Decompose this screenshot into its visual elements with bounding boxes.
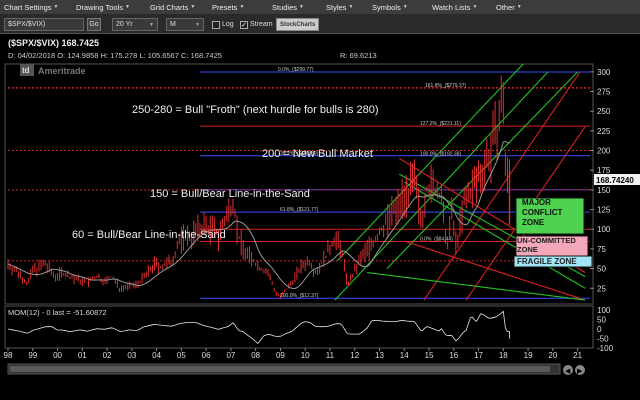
y-tick-label: 100 bbox=[597, 225, 611, 234]
x-tick-label: 15 bbox=[425, 351, 434, 360]
x-tick-label: 18 bbox=[499, 351, 508, 360]
scroll-right-icon: ▶ bbox=[577, 368, 583, 375]
x-tick-label: 99 bbox=[28, 351, 37, 360]
fib-label: 61.8%_($121.77) bbox=[280, 207, 319, 213]
ohlc-line: D: 04/02/2018 O: 124.9858 H: 175.278 L: … bbox=[8, 51, 222, 60]
momentum-tick-label: -100 bbox=[597, 344, 614, 353]
x-tick-label: 19 bbox=[524, 351, 533, 360]
x-tick-label: 13 bbox=[375, 351, 384, 360]
fib-label: 0.0%_($299.77) bbox=[278, 67, 314, 73]
x-tick-label: 02 bbox=[103, 351, 112, 360]
scroll-right-button[interactable]: ▶ bbox=[575, 365, 585, 375]
y-tick-label: 300 bbox=[597, 68, 611, 77]
last-price-box: 168.74240 bbox=[594, 174, 640, 185]
y-tick-label: 25 bbox=[597, 284, 606, 293]
y-tick-label: 125 bbox=[597, 206, 611, 215]
momentum-tick-label: -50 bbox=[597, 335, 609, 344]
x-tick-label: 08 bbox=[251, 351, 260, 360]
fib-label: 100.0%_($12.37) bbox=[280, 293, 319, 299]
annotation-froth: 250-280 = Bull "Froth" (next hurdle for … bbox=[132, 104, 379, 116]
x-tick-label: 00 bbox=[53, 351, 62, 360]
uncommitted-label: UN-COMMITTED ZONE bbox=[517, 236, 576, 254]
x-tick-label: 11 bbox=[326, 351, 335, 360]
x-tick-label: 16 bbox=[449, 351, 458, 360]
x-tick-label: 12 bbox=[350, 351, 359, 360]
scroll-left-button[interactable]: ◀ bbox=[563, 365, 573, 375]
x-tick-label: 14 bbox=[400, 351, 409, 360]
svg-text:td: td bbox=[22, 66, 30, 75]
major-conflict-zone: MAJOR CONFLICT ZONE bbox=[515, 197, 585, 235]
svg-text:168.74240: 168.74240 bbox=[596, 176, 634, 185]
range-line: R: 69.6213 bbox=[340, 51, 377, 60]
fib-label: 100.0%_($192.38) bbox=[420, 152, 461, 158]
x-tick-label: 05 bbox=[177, 351, 186, 360]
fragile-label: FRAGILE ZONE bbox=[517, 257, 577, 266]
x-tick-label: 04 bbox=[152, 351, 161, 360]
uncommitted-zone: UN-COMMITTED ZONE bbox=[515, 235, 589, 257]
x-tick-label: 03 bbox=[127, 351, 136, 360]
x-tick-label: 10 bbox=[301, 351, 310, 360]
y-tick-label: 150 bbox=[597, 186, 611, 195]
x-tick-label: 01 bbox=[78, 351, 87, 360]
symbol-line: ($SPX/$VIX) 168.7425 bbox=[8, 38, 99, 48]
y-tick-label: 75 bbox=[597, 245, 606, 254]
fib-label: 0.0%_($84.44) bbox=[420, 236, 453, 242]
y-tick-label: 200 bbox=[597, 147, 611, 156]
momentum-tick-label: 100 bbox=[597, 306, 611, 315]
x-tick-label: 07 bbox=[226, 351, 235, 360]
momentum-tick-label: 50 bbox=[597, 316, 606, 325]
y-tick-label: 50 bbox=[597, 265, 606, 274]
fragile-zone: FRAGILE ZONE bbox=[513, 255, 593, 268]
ameritrade-logo: td Ameritrade bbox=[20, 64, 86, 76]
fib-label: 127.2%_($231.11) bbox=[420, 121, 461, 127]
scroll-left-icon: ◀ bbox=[565, 368, 571, 375]
chart-canvas: ($SPX/$VIX) 168.7425 D: 04/02/2018 O: 12… bbox=[0, 34, 640, 400]
major-conflict-label: MAJOR CONFLICT ZONE bbox=[522, 198, 563, 227]
fib-label: 161.8%_($279.37) bbox=[425, 83, 466, 89]
scroll-bar[interactable] bbox=[7, 363, 561, 375]
y-tick-label: 175 bbox=[597, 166, 611, 175]
x-tick-label: 98 bbox=[4, 351, 13, 360]
annotation-150: 150 = Bull/Bear Line-in-the-Sand bbox=[150, 188, 310, 200]
svg-text:Ameritrade: Ameritrade bbox=[38, 66, 86, 76]
annotation-new-bull: 200 = New Bull Market bbox=[262, 148, 373, 160]
x-tick-label: 09 bbox=[276, 351, 285, 360]
y-tick-label: 250 bbox=[597, 107, 611, 116]
y-tick-label: 225 bbox=[597, 127, 611, 136]
annotation-60: 60 = Bull/Bear Line-in-the-Sand bbox=[72, 229, 226, 241]
y-tick-label: 275 bbox=[597, 88, 611, 97]
momentum-tick-label: 0 bbox=[597, 325, 602, 334]
x-tick-label: 21 bbox=[573, 351, 582, 360]
x-tick-label: 06 bbox=[202, 351, 211, 360]
momentum-label: MOM(12) - 0 last = -51.60872 bbox=[8, 308, 107, 317]
x-tick-label: 20 bbox=[548, 351, 557, 360]
x-tick-label: 17 bbox=[474, 351, 483, 360]
